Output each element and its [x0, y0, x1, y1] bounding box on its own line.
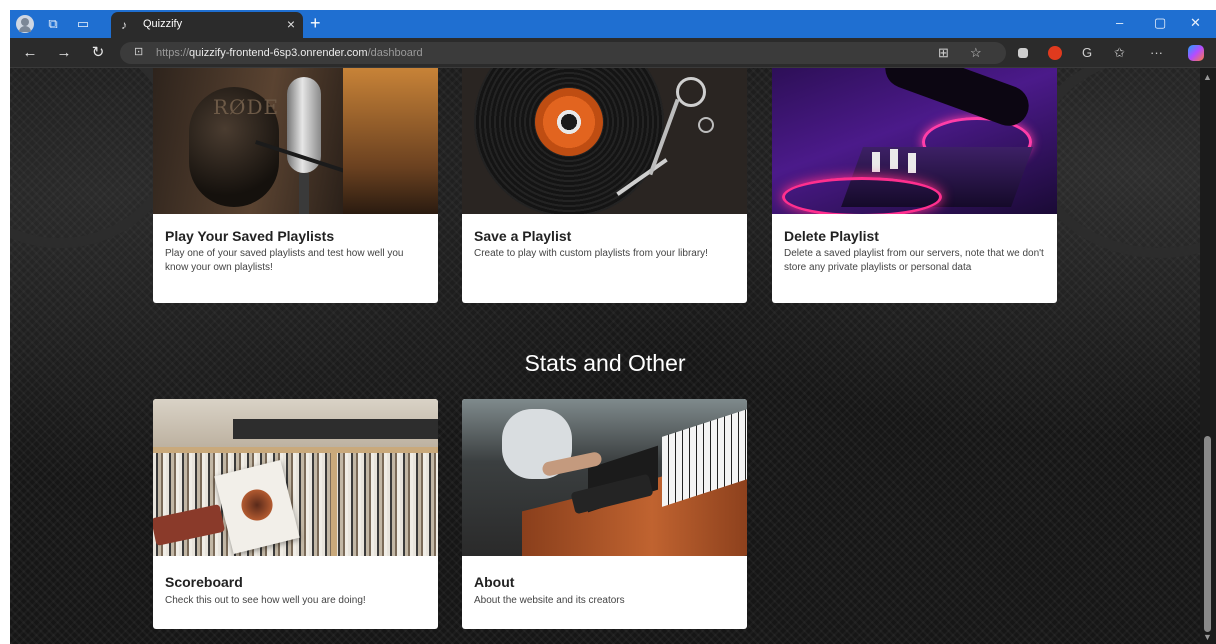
back-icon[interactable]: ← [20, 43, 40, 63]
mic-brand-text: RØDE [213, 95, 280, 119]
card-description: Create to play with custom playlists fro… [474, 248, 708, 259]
extension-square-icon[interactable] [1018, 48, 1028, 58]
dashboard-page: RØDE Play Your Saved Playlists Play one … [10, 68, 1200, 644]
card-title: About [474, 574, 515, 590]
card-description: Delete a saved playlist from our servers… [784, 248, 1044, 273]
tab-quizzify[interactable]: ♪ Quizzify × [111, 12, 303, 38]
minimize-icon[interactable]: – [1116, 14, 1123, 32]
card-description: Check this out to see how well you are d… [165, 595, 366, 606]
card-description: About the website and its creators [474, 595, 625, 606]
turntable-photo [462, 68, 747, 214]
card-scoreboard[interactable]: Scoreboard Check this out to see how wel… [153, 399, 438, 629]
tab-title: Quizzify [143, 18, 183, 30]
card-title: Scoreboard [165, 574, 243, 590]
microphone-photo: RØDE [153, 68, 438, 214]
tab-bar: ⧉ ▭ ♪ Quizzify × + – ▢ ✕ [10, 10, 1216, 38]
card-title: Play Your Saved Playlists [165, 228, 335, 244]
favorite-star-icon[interactable]: ☆ [970, 45, 982, 61]
card-play-saved-playlists[interactable]: RØDE Play Your Saved Playlists Play one … [153, 68, 438, 303]
copilot-icon[interactable] [1188, 45, 1204, 61]
card-title: Delete Playlist [784, 228, 879, 244]
vinyl-shelf-photo [153, 399, 438, 556]
favorites-icon[interactable]: ✩ [1114, 45, 1125, 61]
close-tab-icon[interactable]: × [287, 16, 295, 32]
reload-icon[interactable]: ↻ [88, 43, 108, 63]
card-description: Play one of your saved playlists and tes… [165, 248, 404, 273]
section-title: Stats and Other [524, 350, 686, 376]
scroll-down-icon[interactable]: ▼ [1203, 632, 1212, 642]
forward-icon[interactable]: → [54, 43, 74, 63]
card-about[interactable]: About About the website and its creators [462, 399, 747, 629]
extension-red-icon[interactable] [1048, 46, 1062, 60]
more-menu-icon[interactable]: ··· [1150, 45, 1163, 60]
scroll-thumb[interactable] [1204, 436, 1211, 632]
studio-desk-photo [462, 399, 747, 556]
reading-view-icon[interactable]: ⊞ [938, 45, 949, 61]
url-text: https://quizzify-frontend-6sp3.onrender.… [156, 47, 423, 59]
new-tab-icon[interactable]: + [310, 13, 321, 33]
maximize-icon[interactable]: ▢ [1154, 14, 1166, 32]
card-save-playlist[interactable]: Save a Playlist Create to play with cust… [462, 68, 747, 303]
dj-controller-photo [772, 68, 1057, 214]
music-note-icon: ♪ [121, 18, 127, 32]
scroll-up-icon[interactable]: ▲ [1203, 72, 1212, 82]
extension-c-icon[interactable]: G [1082, 45, 1092, 60]
address-bar[interactable]: ⊡ https://quizzify-frontend-6sp3.onrende… [120, 42, 1006, 64]
browser-window: ⧉ ▭ ♪ Quizzify × + – ▢ ✕ ← → ↻ ⊡ https:/… [10, 10, 1216, 644]
page-scrollbar[interactable]: ▲ ▼ [1200, 68, 1216, 644]
address-toolbar: ← → ↻ ⊡ https://quizzify-frontend-6sp3.o… [10, 38, 1216, 68]
close-window-icon[interactable]: ✕ [1190, 14, 1201, 32]
profile-avatar-icon[interactable] [16, 15, 34, 33]
lock-icon: ⊡ [134, 46, 144, 58]
workspaces-icon[interactable]: ⧉ [44, 15, 62, 33]
tab-actions-icon[interactable]: ▭ [74, 15, 92, 33]
card-delete-playlist[interactable]: Delete Playlist Delete a saved playlist … [772, 68, 1057, 303]
card-title: Save a Playlist [474, 228, 572, 244]
